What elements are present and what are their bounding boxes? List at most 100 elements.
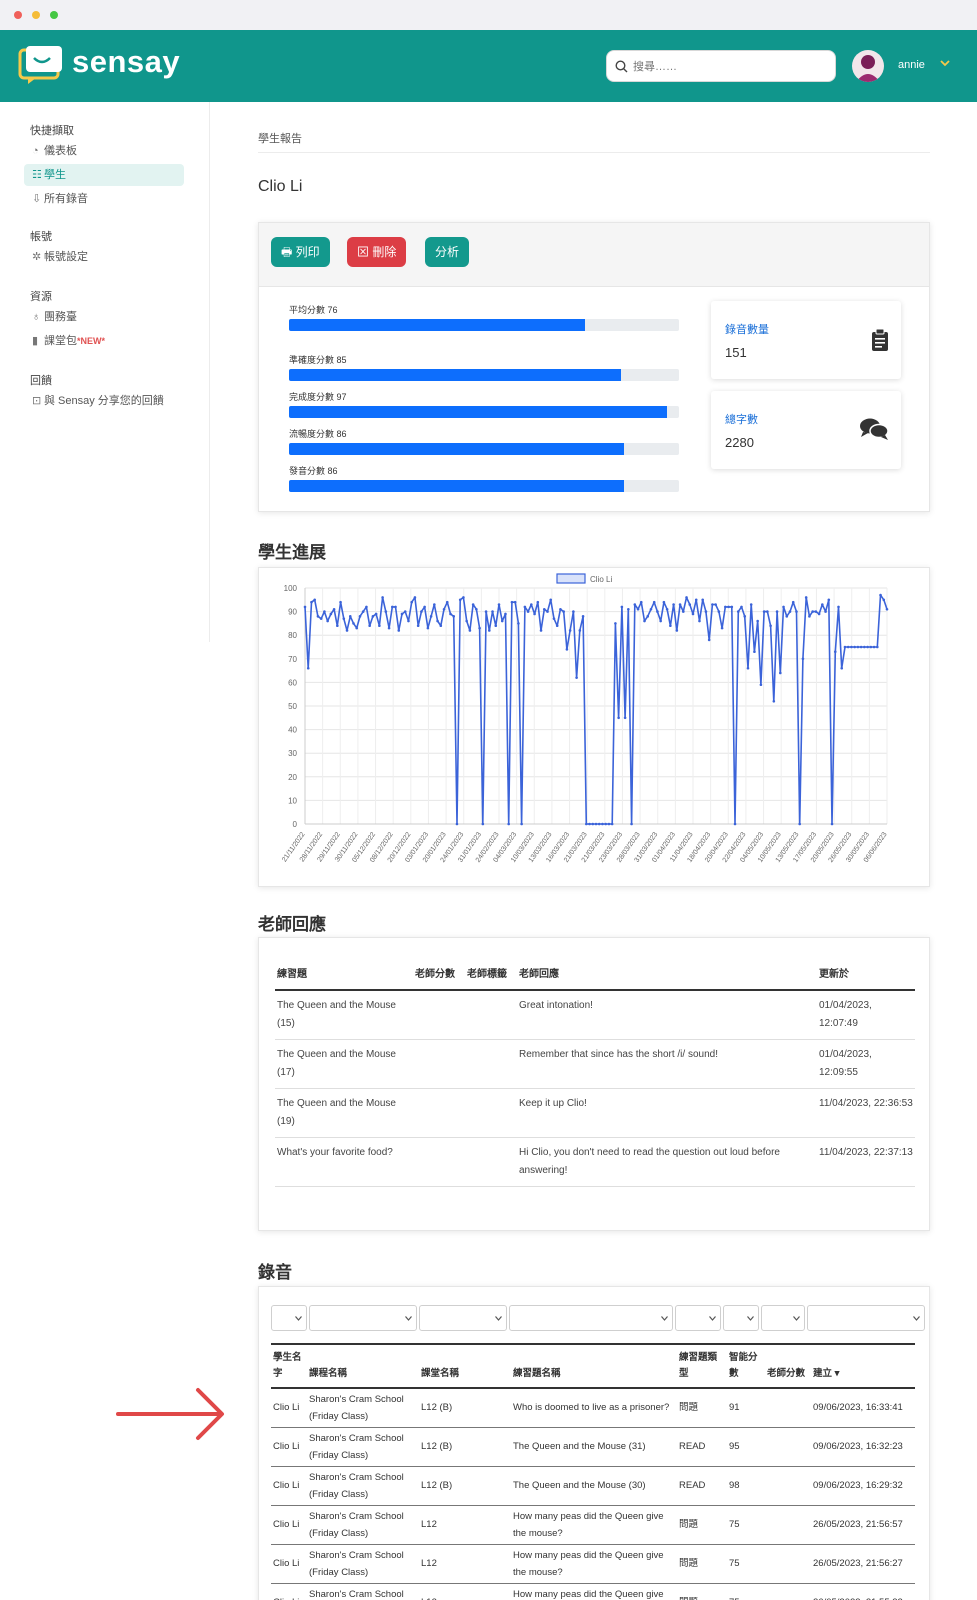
sidebar-item-label: 帳號設定: [44, 251, 88, 263]
column-filter-select[interactable]: [723, 1305, 759, 1331]
user-name[interactable]: annie: [898, 59, 925, 71]
data-point: [303, 605, 307, 609]
cell-student: Clio Li: [271, 1427, 307, 1467]
printer-icon: 🖶: [281, 245, 293, 259]
data-point: [400, 612, 404, 616]
cell-teacher: [765, 1505, 811, 1545]
cell-course: Sharon's Cram School (Friday Class): [307, 1544, 419, 1584]
column-header[interactable]: 老師標籤: [465, 960, 517, 991]
search-icon: [615, 60, 628, 73]
column-filter-select[interactable]: [675, 1305, 721, 1331]
data-point: [526, 610, 530, 613]
data-point: [552, 617, 556, 620]
data-point: [387, 626, 391, 630]
data-point: [420, 610, 423, 613]
analyze-button[interactable]: 分析: [425, 237, 470, 267]
data-point: [614, 622, 617, 625]
score-name: 平均分數: [289, 305, 326, 315]
column-header[interactable]: 練習題名稱: [511, 1343, 677, 1389]
column-filter-select[interactable]: [807, 1305, 925, 1331]
search-box[interactable]: [606, 50, 836, 82]
zoom-window-dot[interactable]: [50, 11, 58, 19]
data-point: [442, 607, 446, 611]
sidebar-item-book[interactable]: ▮ 課堂包*NEW*: [24, 330, 184, 352]
cell-exercise: How many peas did the Queen give the mou…: [511, 1583, 677, 1600]
chevron-down-icon[interactable]: [940, 59, 950, 67]
data-point: [358, 615, 362, 618]
column-header[interactable]: 學生名字: [271, 1343, 307, 1389]
data-point: [814, 610, 818, 613]
data-point: [753, 650, 756, 654]
data-point: [811, 610, 814, 613]
sidebar-item-lightbulb[interactable]: ♁ 團務臺: [24, 306, 184, 328]
data-point: [688, 603, 692, 606]
sidebar-item-download[interactable]: ⇩ 所有錄音: [24, 188, 184, 210]
delete-button[interactable]: ⊠ 刪除: [347, 237, 407, 267]
sidebar-item-dashboard[interactable]: ◔ 儀表板: [24, 140, 184, 162]
column-header[interactable]: 練習題: [275, 960, 413, 991]
cell-course: Sharon's Cram School (Friday Class): [307, 1466, 419, 1506]
table-row[interactable]: Clio LiSharon's Cram School (Friday Clas…: [271, 1388, 915, 1428]
sidebar-item-users[interactable]: ☷ 學生: [24, 164, 184, 186]
cell-created: 09/06/2023, 16:29:32: [811, 1466, 915, 1506]
score-bar-track: [289, 319, 679, 331]
column-header[interactable]: 建立 ▾: [811, 1343, 915, 1389]
search-input[interactable]: [633, 57, 828, 77]
data-point: [323, 610, 326, 613]
column-filter-select[interactable]: [271, 1305, 307, 1331]
minimize-window-dot[interactable]: [32, 11, 40, 19]
cell-lesson: L12 (B): [419, 1466, 511, 1506]
legend-swatch[interactable]: [556, 573, 586, 584]
data-point: [617, 716, 620, 720]
column-filter-select[interactable]: [509, 1305, 673, 1331]
data-point: [306, 666, 310, 670]
cell-exercise: The Queen and the Mouse (15): [275, 990, 413, 1040]
print-button[interactable]: 🖶 列印: [271, 237, 330, 267]
column-filter-select[interactable]: [309, 1305, 417, 1331]
data-point: [749, 603, 753, 606]
score-value: 76: [327, 305, 338, 315]
column-header[interactable]: 老師分數: [765, 1343, 811, 1389]
sidebar-item-mail[interactable]: ⊡ 與 Sensay 分享您的回饋: [24, 390, 184, 412]
cell-updated: 11/04/2023, 22:36:53: [817, 1088, 915, 1138]
data-point: [507, 822, 510, 826]
column-header[interactable]: 智能分數: [727, 1343, 765, 1389]
stat-title: 錄音數量: [725, 324, 769, 336]
chevron-down-icon: [661, 1316, 668, 1321]
data-point: [391, 605, 394, 609]
column-header[interactable]: 老師回應: [517, 960, 817, 991]
sidebar-item-gear[interactable]: ✲ 帳號設定: [24, 246, 184, 268]
score-value: 97: [336, 392, 347, 402]
column-filter-select[interactable]: [761, 1305, 805, 1331]
user-avatar[interactable]: [852, 50, 884, 82]
table-row[interactable]: Clio LiSharon's Cram School (Friday Clas…: [271, 1427, 915, 1467]
cell-lesson: L12: [419, 1505, 511, 1545]
column-header[interactable]: 老師分數: [413, 960, 465, 991]
data-point: [808, 615, 811, 618]
score-name: 準確度分數: [289, 355, 335, 365]
column-filter-select[interactable]: [419, 1305, 507, 1331]
score-name: 發音分數: [289, 466, 326, 476]
column-header[interactable]: 練習題類型: [677, 1343, 727, 1389]
column-header[interactable]: 課程名稱: [307, 1343, 419, 1389]
stat-title: 總字數: [725, 414, 758, 426]
close-window-dot[interactable]: [14, 11, 22, 19]
data-point: [685, 596, 688, 599]
column-header[interactable]: 課堂名稱: [419, 1343, 511, 1389]
cell-updated: 01/04/2023, 12:07:49: [817, 990, 915, 1040]
table-row[interactable]: Clio LiSharon's Cram School (Friday Clas…: [271, 1505, 915, 1545]
data-point: [885, 607, 889, 611]
data-point: [403, 610, 407, 613]
data-point: [378, 624, 381, 628]
score-bar-track: [289, 443, 679, 455]
legend-label[interactable]: Clio Li: [590, 575, 612, 584]
table-row[interactable]: Clio LiSharon's Cram School (Friday Clas…: [271, 1583, 915, 1600]
data-point: [876, 645, 879, 649]
table-row[interactable]: Clio LiSharon's Cram School (Friday Clas…: [271, 1466, 915, 1506]
cell-created: 09/06/2023, 16:33:41: [811, 1388, 915, 1428]
users-icon: ☷: [32, 169, 42, 181]
table-row[interactable]: Clio LiSharon's Cram School (Friday Clas…: [271, 1544, 915, 1584]
report-card-header: 🖶 列印 ⊠ 刪除 分析: [259, 223, 929, 287]
column-header[interactable]: 更新於: [817, 960, 915, 991]
y-tick-label: 90: [288, 608, 297, 617]
